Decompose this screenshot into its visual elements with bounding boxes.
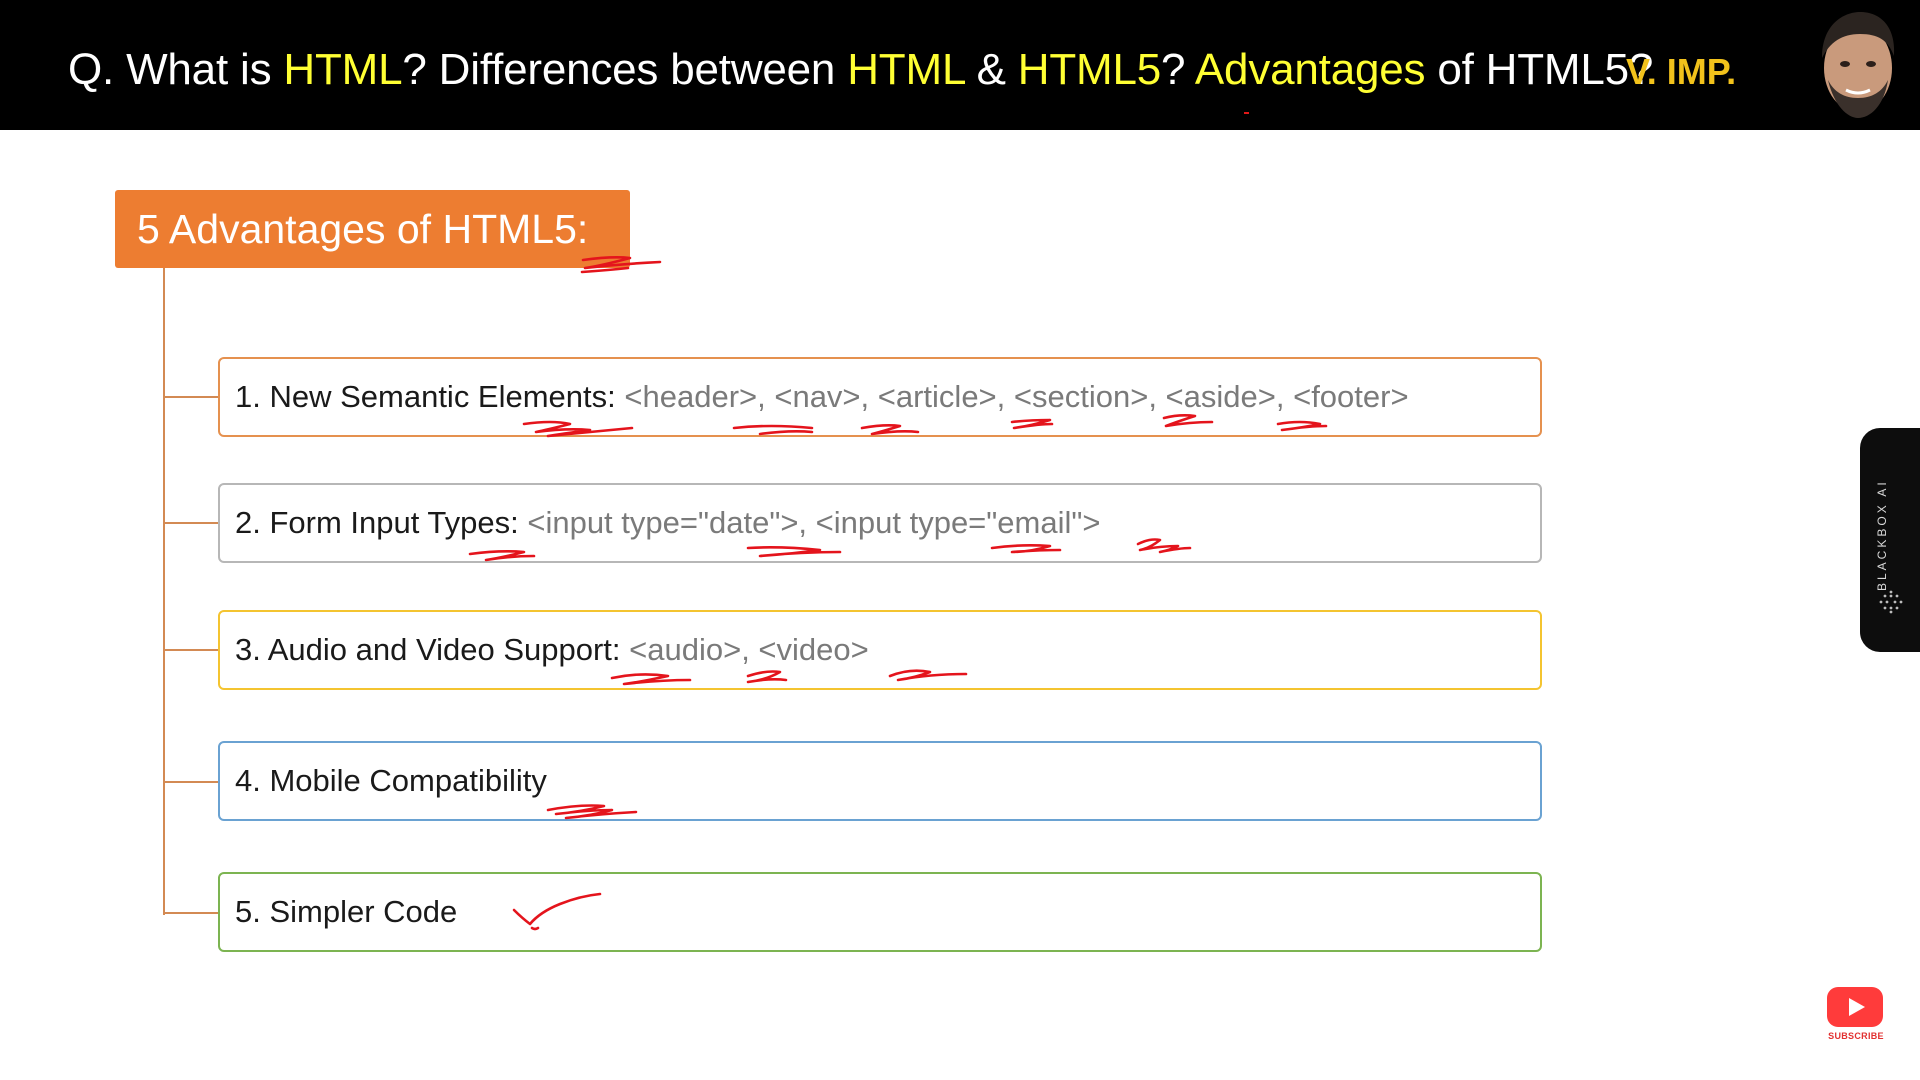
advantage-label: 1. New Semantic Elements: [235,379,625,414]
question-part-highlight: HTML5 [1017,45,1162,94]
advantage-label: 5. Simpler Code [235,894,458,929]
advantage-item-mobile-compatibility: 4. Mobile Compatibility [218,741,1542,821]
question-part-highlight: HTML [283,45,403,94]
section-title-box: 5 Advantages of HTML5: [115,190,630,268]
question-part: Q. What is [68,45,284,94]
blackbox-logo-icon [1879,590,1903,614]
advantage-label: 2. Form Input Types: [235,505,528,540]
side-tab-label: BLACKBOX AI [1875,479,1889,591]
advantage-item-simpler-code: 5. Simpler Code [218,872,1542,952]
youtube-play-icon[interactable] [1826,986,1884,1028]
tree-connector-branch [163,781,218,783]
question-part: of HTML5? [1425,45,1654,94]
question-part: ? [1161,45,1195,94]
section-title: 5 Advantages of HTML5: [137,206,589,252]
importance-badge: V. IMP. [1626,51,1737,92]
question-part: & [964,45,1018,94]
advantage-label: 3. Audio and Video Support: [235,632,630,667]
tree-connector-branch [163,396,218,398]
tree-connector-branch [163,522,218,524]
question-part: ? Differences between [402,45,848,94]
advantage-code: <header>, <nav>, <article>, <section>, <… [624,379,1409,414]
ink-dot [1244,112,1249,114]
advantage-code: <input type="date">, <input type="email"… [527,505,1101,540]
advantage-item-audio-video: 3. Audio and Video Support: <audio>, <vi… [218,610,1542,690]
tree-connector-branch [163,912,218,914]
advantage-item-form-input-types: 2. Form Input Types: <input type="date">… [218,483,1542,563]
presenter-avatar [1822,12,1895,118]
question-part-highlight: HTML [847,45,965,94]
tree-connector-vertical [163,268,165,915]
subscribe-label[interactable]: SUBSCRIBE [1818,1031,1894,1045]
advantage-label: 4. Mobile Compatibility [235,763,547,798]
tree-connector-branch [163,649,218,651]
advantage-code: <audio>, <video> [629,632,869,667]
header-bar: Q. What is HTML? Differences between HTM… [0,0,1920,130]
question-heading: Q. What is HTML? Differences between HTM… [68,40,1653,100]
question-part-highlight: Advantages [1194,45,1426,94]
advantage-item-semantic-elements: 1. New Semantic Elements: <header>, <nav… [218,357,1542,437]
ink-scribble [580,266,630,274]
